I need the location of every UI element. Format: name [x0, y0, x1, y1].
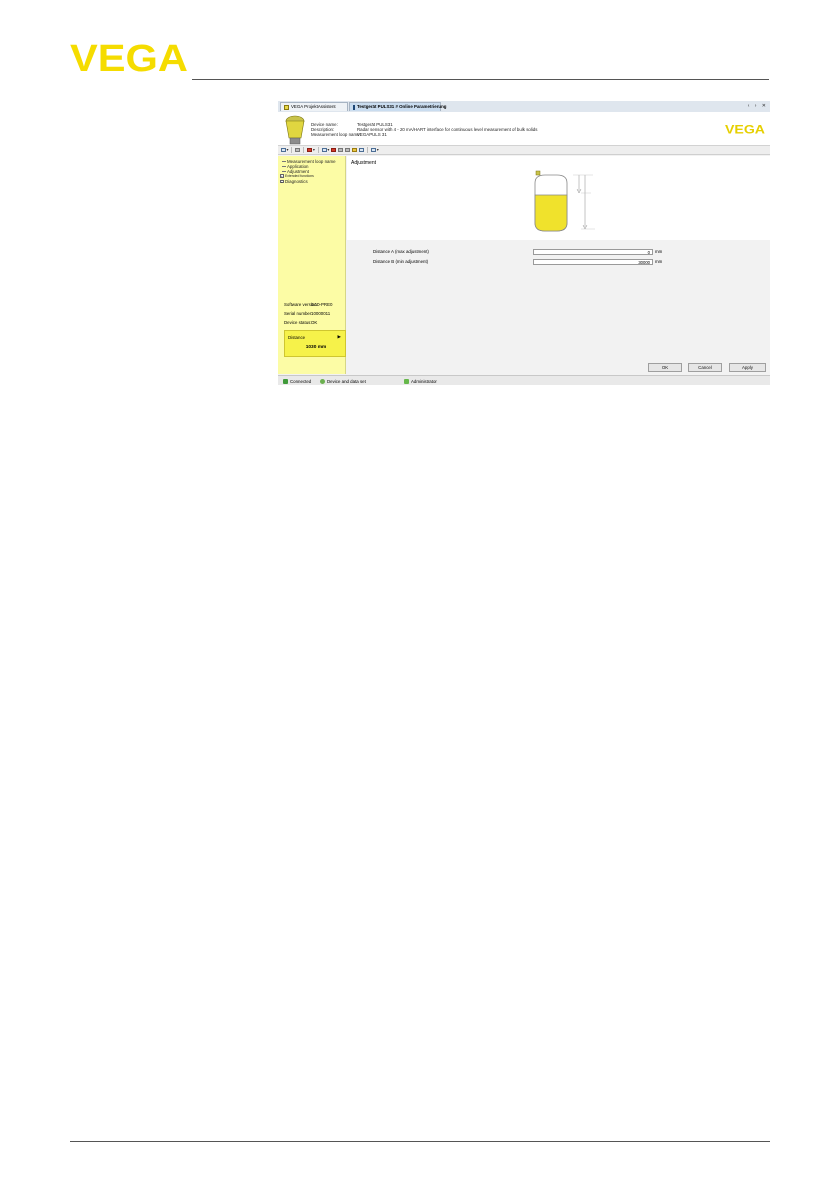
toolbar: ▾ ▾ ▾ ▾	[278, 146, 770, 155]
wrench-icon	[307, 148, 313, 152]
tab-project-assistant[interactable]: VEGA ProjektAssistent	[280, 102, 348, 111]
measured-value-label: Distance	[288, 335, 306, 340]
gear-icon	[338, 148, 344, 152]
distance-a-row: Distance A (max adjustment) 0 mm	[373, 248, 662, 255]
distance-a-input[interactable]: 0	[533, 248, 653, 255]
expand-icon[interactable]: +	[280, 174, 284, 178]
vega-logo-small-text: VEGA	[725, 123, 765, 135]
chevron-down-icon: ▾	[327, 147, 330, 152]
chevron-down-icon: ▾	[376, 147, 379, 152]
toolbar-separator	[367, 147, 369, 153]
file-menu-button[interactable]: ▾	[281, 147, 288, 153]
chevron-down-icon: ▾	[286, 147, 289, 152]
user-icon	[404, 378, 409, 384]
loop-name-label: Measurement loop name:	[311, 132, 361, 137]
printer-icon	[295, 148, 301, 152]
user-status: Administrator	[404, 379, 437, 384]
tree-connector	[282, 161, 286, 162]
device-header: Device name: Testgerät PULS31 Descriptio…	[278, 112, 770, 146]
expand-icon[interactable]: +	[280, 179, 284, 184]
serial-number-row: Serial number: 10000011	[284, 311, 346, 316]
help-button[interactable]	[359, 147, 365, 153]
window-controls[interactable]: ‹ › ✕	[748, 103, 768, 109]
loop-name-value: VEGAPULS 31	[357, 132, 387, 137]
vega-logo-text: VEGA	[70, 40, 188, 76]
tab-online-parameterization[interactable]: Testgerät PULS31 # Online Parametrierung	[349, 102, 446, 111]
monitor-icon	[321, 148, 327, 152]
header-rule	[192, 79, 769, 80]
project-assistant-icon	[284, 104, 289, 110]
adjustment-panel: Adjustment Distance A (max adjustment) 0…	[347, 156, 770, 374]
gear-icon	[345, 148, 351, 152]
tree-connector	[282, 166, 286, 167]
folder-icon	[352, 148, 358, 152]
grid-icon	[371, 148, 377, 152]
tab-label: VEGA ProjektAssistent	[291, 104, 336, 110]
connection-status-text: Connected	[290, 378, 312, 384]
device-status-label: Device status:	[284, 320, 312, 325]
toolbar-separator	[303, 147, 305, 153]
footer-rule	[70, 1141, 770, 1142]
serial-number-value: 10000011	[311, 311, 331, 316]
measured-value: 1030 mm	[305, 345, 327, 350]
disconnect-button[interactable]	[345, 147, 351, 153]
toolbar-separator	[291, 147, 293, 153]
device-dtm-icon	[353, 104, 355, 110]
software-version-value: 0.10-PRE0	[311, 302, 333, 307]
tab-bar: VEGA ProjektAssistent Testgerät PULS31 #…	[278, 101, 770, 112]
distance-b-row: Distance B (min adjustment) 30000 mm	[373, 258, 662, 265]
tree-connector	[282, 171, 286, 172]
layout-menu-button[interactable]: ▾	[371, 147, 379, 153]
vega-logo: VEGA	[70, 40, 188, 76]
serial-number-label: Serial number:	[284, 311, 313, 316]
connect-button[interactable]	[338, 147, 344, 153]
page-title: Adjustment	[351, 160, 377, 166]
document-icon	[281, 148, 286, 152]
help-icon	[359, 148, 365, 152]
sync-icon	[320, 378, 325, 384]
vega-logo-small: VEGA	[725, 123, 765, 135]
cancel-button[interactable]: Cancel	[688, 363, 722, 372]
distance-b-label: Distance B (min adjustment)	[373, 258, 429, 264]
sync-status-text: Device and data set	[327, 378, 366, 384]
dtm-window: VEGA ProjektAssistent Testgerät PULS31 #…	[278, 101, 770, 385]
loop-name-row: Measurement loop name: VEGAPULS 31	[311, 132, 387, 137]
tools-menu-button[interactable]: ▾	[307, 147, 315, 153]
play-arrow-icon[interactable]: ▶	[338, 334, 341, 339]
tree-item-label: Diagnostics	[285, 179, 308, 184]
status-bar: Connected Device and data set Administra…	[278, 375, 770, 385]
software-version-label: Software version:	[284, 302, 318, 307]
ok-button[interactable]: OK	[648, 363, 682, 372]
record-button[interactable]	[331, 147, 337, 153]
distance-b-unit: mm	[655, 258, 663, 264]
tree-item-label: Extended functions	[285, 174, 314, 178]
navigation-sidebar: Measurement loop name Application Adjust…	[278, 156, 346, 374]
connection-status: Connected	[283, 379, 311, 384]
tree-item-extended-functions[interactable]: + Extended functions	[280, 174, 314, 178]
device-status-row: Device status: OK	[284, 320, 346, 325]
adjustment-header: Adjustment	[347, 156, 770, 240]
device-status-value: OK	[311, 320, 318, 325]
software-version-row: Software version: 0.10-PRE0	[284, 302, 346, 307]
sync-status[interactable]: Device and data set	[320, 379, 366, 384]
connected-icon	[283, 378, 288, 384]
chevron-down-icon: ▾	[312, 147, 315, 152]
print-button[interactable]	[295, 147, 301, 153]
distance-a-unit: mm	[655, 248, 663, 254]
open-folder-button[interactable]	[352, 147, 358, 153]
toolbar-separator	[317, 147, 319, 153]
view-menu-button[interactable]: ▾	[321, 147, 330, 153]
camera-icon	[331, 148, 337, 152]
tree-item-diagnostics[interactable]: + Diagnostics	[280, 179, 308, 184]
vessel-illustration	[534, 170, 595, 232]
measured-value-panel[interactable]: Distance ▶ 1030 mm	[284, 330, 346, 357]
distance-b-input[interactable]: 30000	[533, 258, 653, 265]
user-status-text: Administrator	[411, 378, 437, 384]
radar-sensor-icon	[285, 115, 305, 145]
apply-button[interactable]: Apply	[729, 363, 766, 372]
distance-a-label: Distance A (max adjustment)	[373, 248, 429, 254]
tab-label: Testgerät PULS31 # Online Parametrierung	[357, 104, 447, 110]
